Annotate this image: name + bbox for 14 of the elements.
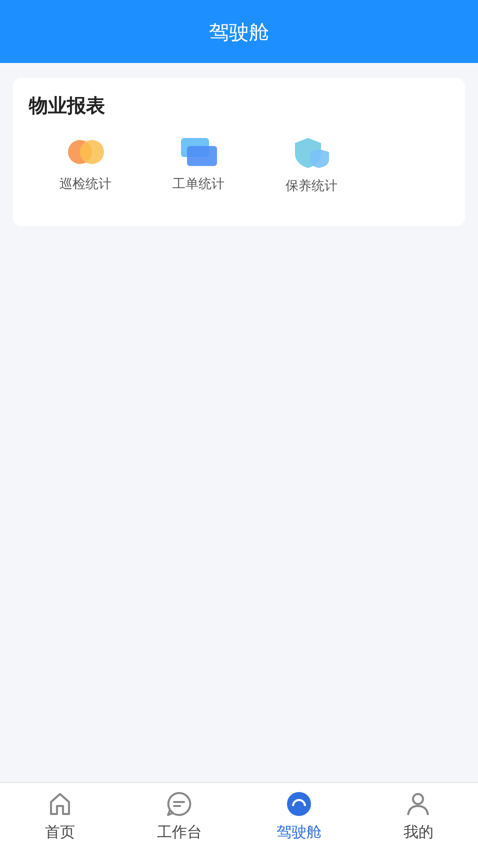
report-label[interactable]: 保养统计: [286, 176, 338, 196]
dial-icon: [286, 791, 312, 817]
page-title: 驾驶舱: [209, 18, 269, 46]
chat-bubble-icon: [166, 791, 192, 817]
report-label[interactable]: 巡检统计: [60, 174, 112, 194]
stacked-cards-icon[interactable]: [180, 136, 218, 166]
tab-button[interactable]: 工作台: [120, 783, 239, 850]
card-title: 物业报表: [29, 94, 106, 119]
person-icon: [405, 791, 432, 817]
tab-button[interactable]: 我的: [358, 783, 478, 850]
report-label[interactable]: 工单统计: [172, 174, 224, 194]
tab-button[interactable]: 驾驶舱: [239, 783, 358, 850]
shields-icon[interactable]: [294, 136, 330, 168]
tab-button[interactable]: 首页: [0, 783, 120, 850]
